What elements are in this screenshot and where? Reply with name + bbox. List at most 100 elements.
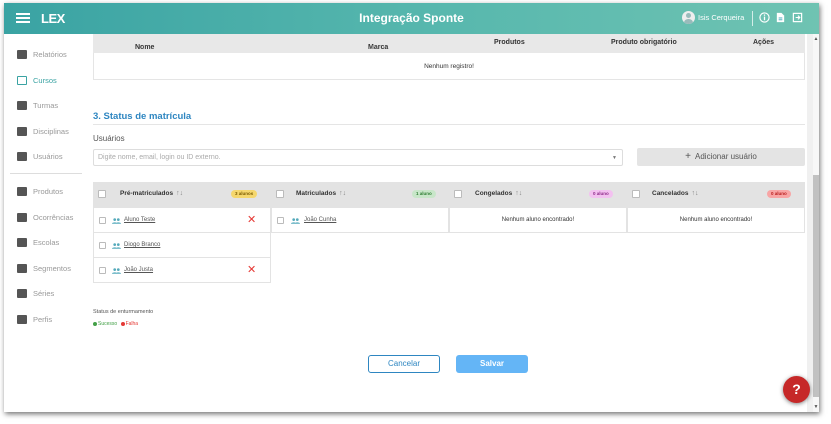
success-dot-icon (93, 321, 97, 326)
student-checkbox[interactable] (277, 217, 284, 224)
section-title: 3. Status de matrícula (93, 111, 192, 122)
group-icon (112, 218, 121, 224)
student-name-link[interactable]: João Cunha (304, 217, 336, 223)
profile-icon (17, 315, 27, 324)
sidebar-item-series[interactable]: Séries (17, 289, 54, 298)
group-icon (112, 268, 121, 274)
sidebar-item-turmas[interactable]: Turmas (17, 101, 58, 110)
group-icon (112, 243, 121, 249)
report-icon (17, 50, 27, 59)
scrollbar-thumb[interactable] (813, 175, 819, 397)
sidebar-item-escolas[interactable]: Escolas (17, 238, 59, 247)
count-badge: 0 aluno (589, 190, 613, 198)
group-icon (291, 218, 300, 224)
column-label: Matriculados ↑↓ (296, 190, 347, 197)
empty-message: Nenhum aluno encontrado! (501, 217, 575, 223)
sidebar-item-disciplinas[interactable]: Disciplinas (17, 127, 69, 136)
avatar (682, 11, 695, 24)
sidebar-item-cursos[interactable]: Cursos (17, 76, 57, 85)
sidebar-item-perfis[interactable]: Perfis (17, 315, 52, 324)
sort-icon[interactable]: ↑↓ (692, 190, 699, 197)
column-cancelados-header: Cancelados ↑↓ 0 aluno (627, 182, 805, 207)
student-name-link[interactable]: Diogo Branco (124, 242, 160, 248)
column-header-acoes: Ações (753, 39, 775, 46)
series-icon (17, 289, 27, 298)
products-table-header: Nome ↑↓ Marca ↑↓ Produtos Produto obrigató… (93, 34, 805, 53)
student-name-link[interactable]: Aluno Teste (124, 217, 155, 223)
count-badge: 1 aluno (412, 190, 436, 198)
sort-icon[interactable]: ↑↓ (176, 190, 183, 197)
sidebar-item-relatorios[interactable]: Relatórios (17, 50, 67, 59)
user-icon (17, 152, 27, 161)
user-menu[interactable]: Isis Cerqueira (682, 11, 744, 24)
count-badge: 3 alunos (231, 190, 258, 198)
cancel-button[interactable]: Cancelar (368, 355, 440, 373)
sort-icon[interactable]: ↑↓ (138, 44, 145, 51)
sidebar-item-segmentos[interactable]: Segmentos (17, 264, 71, 273)
student-card: Diogo Branco (93, 232, 271, 258)
select-all-checkbox[interactable] (98, 190, 106, 198)
info-icon[interactable] (759, 12, 770, 23)
empty-message: Nenhum aluno encontrado! (679, 217, 753, 223)
column-header-produtos: Produtos (494, 39, 525, 46)
column-header-produto-obrigatorio: Produto obrigatório (611, 39, 677, 46)
logout-icon[interactable] (792, 12, 803, 23)
remove-icon[interactable]: ✕ (247, 265, 256, 276)
student-card: João Justa ✕ (93, 257, 271, 283)
dropdown-arrow-icon[interactable]: ▼ (612, 150, 617, 166)
empty-column-card: Nenhum aluno encontrado! (449, 207, 627, 233)
add-user-button[interactable]: + Adicionar usuário (637, 148, 805, 166)
count-badge: 0 aluno (767, 190, 791, 198)
legend-title: Status de enturmamento (93, 309, 154, 315)
scroll-down-icon[interactable]: ▼ (813, 404, 819, 410)
student-name-link[interactable]: João Justa (124, 267, 153, 273)
products-icon (17, 187, 27, 196)
select-all-checkbox[interactable] (632, 190, 640, 198)
groups-icon (17, 101, 27, 110)
sort-icon[interactable]: ↑↓ (515, 190, 522, 197)
scroll-up-icon[interactable]: ▲ (813, 36, 819, 42)
divider (752, 11, 753, 26)
warning-icon (17, 213, 27, 222)
users-label: Usuários (93, 134, 125, 143)
column-congelados-header: Congelados ↑↓ 0 aluno (449, 182, 627, 207)
sidebar: Relatórios Cursos Turmas Disciplinas Usu… (4, 34, 86, 412)
products-table-empty: Nenhum registro! (93, 53, 805, 80)
plus-icon: + (685, 151, 692, 162)
student-checkbox[interactable] (99, 217, 106, 224)
column-label: Congelados ↑↓ (475, 190, 523, 197)
column-pre-matriculados-header: Pré-matriculados ↑↓ 3 alunos (93, 182, 271, 207)
subjects-icon (17, 127, 27, 136)
school-icon (17, 238, 27, 247)
sidebar-item-produtos[interactable]: Produtos (17, 187, 63, 196)
scrollbar[interactable]: ▲ ▼ (813, 34, 819, 412)
legend: Sucesso Falha (93, 321, 138, 327)
help-button[interactable]: ? (783, 376, 810, 403)
sidebar-item-ocorrencias[interactable]: Ocorrências (17, 213, 73, 222)
sidebar-item-usuarios[interactable]: Usuários (17, 152, 63, 161)
save-button[interactable]: Salvar (456, 355, 528, 373)
column-label: Cancelados ↑↓ (652, 190, 699, 197)
student-checkbox[interactable] (99, 242, 106, 249)
document-icon[interactable] (775, 12, 786, 23)
column-label: Pré-matriculados ↑↓ (120, 190, 184, 197)
student-card: Aluno Teste ✕ (93, 207, 271, 233)
failure-dot-icon (120, 321, 125, 326)
courses-icon (17, 76, 27, 85)
tag-icon (17, 264, 27, 273)
users-search-input[interactable]: Digite nome, email, login ou ID externo.… (93, 149, 623, 166)
user-name: Isis Cerqueira (698, 13, 745, 22)
student-checkbox[interactable] (99, 267, 106, 274)
column-matriculados-header: Matriculados ↑↓ 1 aluno (271, 182, 449, 207)
section-divider (93, 124, 805, 125)
sidebar-divider (10, 173, 82, 174)
sort-icon[interactable]: ↑↓ (339, 190, 346, 197)
empty-column-card: Nenhum aluno encontrado! (627, 207, 805, 233)
select-all-checkbox[interactable] (454, 190, 462, 198)
select-all-checkbox[interactable] (276, 190, 284, 198)
remove-icon[interactable]: ✕ (247, 215, 256, 226)
app-window: LEX Integração Sponte Isis Cerqueira Rel… (4, 3, 819, 412)
sort-icon[interactable]: ↑↓ (371, 44, 378, 51)
top-bar: LEX Integração Sponte Isis Cerqueira (4, 3, 819, 34)
student-card: João Cunha (271, 207, 449, 233)
